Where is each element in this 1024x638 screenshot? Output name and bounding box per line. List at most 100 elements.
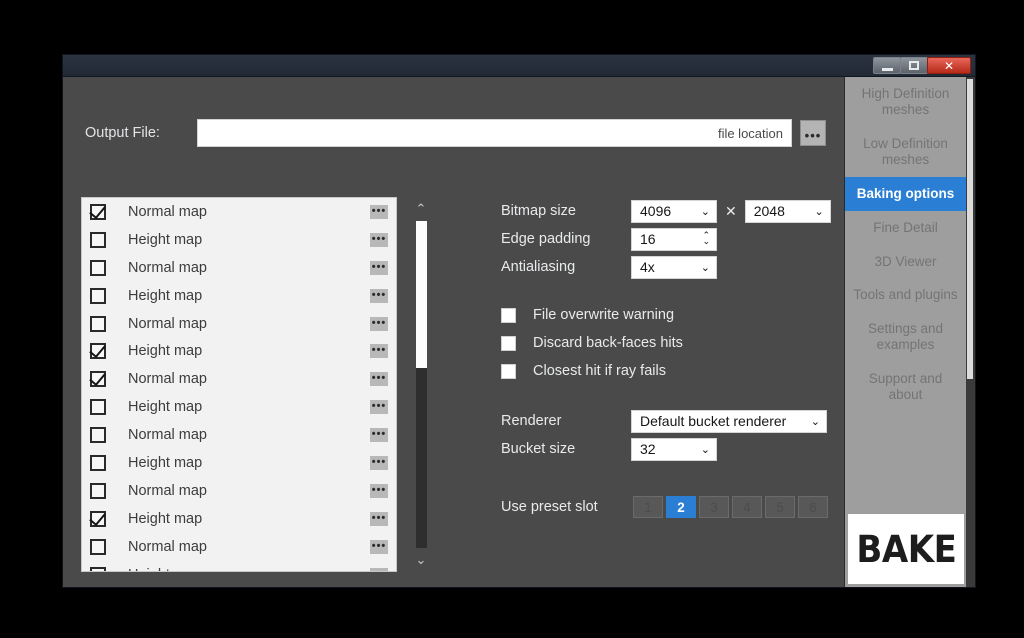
map-row-checkbox[interactable] <box>90 566 106 571</box>
map-list-row[interactable]: Height map ••• <box>82 337 396 365</box>
map-row-checkbox[interactable] <box>90 538 106 555</box>
map-row-menu-button[interactable]: ••• <box>370 400 388 415</box>
map-row-menu-button[interactable]: ••• <box>370 204 388 219</box>
ellipsis-icon: ••• <box>804 128 822 143</box>
option-label: Discard back-faces hits <box>533 335 683 351</box>
preset-slot-button[interactable]: 5 <box>765 496 795 518</box>
option-row[interactable]: Discard back-faces hits <box>501 329 834 357</box>
map-list-row[interactable]: Height map••• <box>82 282 396 310</box>
ellipsis-icon: ••• <box>371 539 387 552</box>
sidebar-scrollbar[interactable] <box>966 77 975 587</box>
map-row-menu-button[interactable]: ••• <box>370 232 388 247</box>
map-row-checkbox[interactable] <box>90 482 106 499</box>
map-list-row[interactable]: Normal map ••• <box>82 533 396 561</box>
map-row-menu-button[interactable]: ••• <box>370 260 388 275</box>
bucket-size-select[interactable]: 32 ⌄ <box>631 437 717 461</box>
option-checkbox[interactable] <box>501 307 516 323</box>
map-row-checkbox[interactable] <box>90 510 106 527</box>
edge-padding-label: Edge padding <box>501 231 591 247</box>
output-file-input[interactable] <box>197 119 792 147</box>
sidebar-item-low-definition-meshes[interactable]: Low Definition meshes <box>845 127 966 177</box>
map-row-menu-button[interactable]: ••• <box>370 539 388 554</box>
map-row-menu-button[interactable]: ••• <box>370 455 388 470</box>
scrollbar-thumb[interactable] <box>415 221 427 369</box>
map-list-row[interactable]: Normal map ••• <box>82 421 396 449</box>
option-checkbox[interactable] <box>501 335 516 351</box>
map-row-checkbox[interactable] <box>90 427 106 444</box>
map-row-menu-button[interactable]: ••• <box>370 511 388 526</box>
map-row-checkbox[interactable] <box>90 203 106 220</box>
map-row-checkbox[interactable] <box>90 315 106 332</box>
bitmap-height-select[interactable]: 2048 ⌄ <box>744 199 831 223</box>
map-row-checkbox[interactable] <box>90 287 106 304</box>
map-list-row[interactable]: Normal map ••• <box>82 365 396 393</box>
sidebar-item-fine-detail[interactable]: Fine Detail <box>845 211 966 245</box>
map-list-row[interactable]: Height map••• <box>82 449 396 477</box>
antialiasing-row: Antialiasing 4x ⌄ <box>501 253 834 281</box>
option-row[interactable]: File overwrite warning <box>501 301 834 329</box>
preset-slot-button[interactable]: 2 <box>666 496 696 518</box>
sidebar-item-baking-options[interactable]: Baking options <box>845 176 966 211</box>
map-list-row[interactable]: Normal map ••• <box>82 198 396 226</box>
bake-button[interactable]: BAKE <box>848 514 964 584</box>
bitmap-width-select[interactable]: 4096 ⌄ <box>631 199 717 223</box>
bitmap-size-separator: ✕ <box>725 202 737 219</box>
edge-padding-stepper[interactable]: 16 ⌃ ⌄ <box>631 227 717 251</box>
sidebar-item-tools-and-plugins[interactable]: Tools and plugins <box>845 278 966 312</box>
map-list[interactable]: Normal map ••• Height map ••• Normal map ••• H… <box>81 197 397 572</box>
spinner-down-icon[interactable]: ⌄ <box>702 238 710 247</box>
sidebar-item-support-and-about[interactable]: Support and about <box>845 362 966 412</box>
renderer-row: Renderer Default bucket renderer ⌄ <box>501 407 834 435</box>
map-list-row[interactable]: Height map ••• <box>82 393 396 421</box>
preset-slot-button[interactable]: 6 <box>798 496 828 518</box>
map-row-menu-button[interactable]: ••• <box>370 288 388 303</box>
sidebar-item-settings-and-examples[interactable]: Settings and examples <box>845 312 966 362</box>
map-row-menu-button[interactable]: ••• <box>370 316 388 331</box>
sidebar-item-3d-viewer[interactable]: 3D Viewer <box>845 245 966 279</box>
scroll-up-icon[interactable]: ⌃ <box>405 197 437 221</box>
sidebar-item-high-definition-meshes[interactable]: High Definition meshes <box>845 77 966 127</box>
minimize-button[interactable] <box>873 57 901 74</box>
map-list-scrollbar[interactable]: ⌃ ⌄ <box>405 197 437 572</box>
option-label: Closest hit if ray fails <box>533 363 666 379</box>
bake-button-label: BAKE <box>855 527 957 571</box>
preset-slot-button[interactable]: 1 <box>633 496 663 518</box>
preset-slot-button[interactable]: 3 <box>699 496 729 518</box>
map-row-menu-button[interactable]: ••• <box>370 483 388 498</box>
scrollbar-track[interactable] <box>415 221 427 548</box>
map-list-row[interactable]: Normal map ••• <box>82 477 396 505</box>
map-row-checkbox[interactable] <box>90 343 106 360</box>
map-row-menu-button[interactable]: ••• <box>370 344 388 359</box>
map-row-checkbox[interactable] <box>90 454 106 471</box>
map-row-menu-button[interactable]: ••• <box>370 372 388 387</box>
option-checkbox[interactable] <box>501 363 516 379</box>
close-button[interactable]: ✕ <box>927 57 971 74</box>
map-list-row[interactable]: Normal map ••• <box>82 254 396 282</box>
sidebar-scrollbar-thumb[interactable] <box>967 79 973 379</box>
ellipsis-icon: ••• <box>371 511 387 524</box>
map-row-checkbox[interactable] <box>90 231 106 248</box>
renderer-select[interactable]: Default bucket renderer ⌄ <box>631 409 827 433</box>
maximize-button[interactable] <box>900 57 928 74</box>
map-row-label: Normal map <box>128 315 207 332</box>
option-row[interactable]: Closest hit if ray fails <box>501 357 834 385</box>
map-row-checkbox[interactable] <box>90 399 106 416</box>
map-row-label: Normal map <box>128 427 207 444</box>
close-icon: ✕ <box>943 58 955 73</box>
map-list-row[interactable]: Height map••• <box>82 561 396 571</box>
browse-output-button[interactable]: ••• <box>800 120 826 146</box>
map-row-label: Height map <box>128 399 203 416</box>
spinner-icon[interactable]: ⌃ ⌄ <box>702 232 710 247</box>
antialiasing-select[interactable]: 4x ⌄ <box>631 255 717 279</box>
map-row-menu-button[interactable]: ••• <box>370 567 388 571</box>
map-list-row[interactable]: Height map••• <box>82 505 396 533</box>
scroll-down-icon[interactable]: ⌄ <box>405 548 437 572</box>
map-list-row[interactable]: Height map••• <box>82 226 396 254</box>
map-list-row[interactable]: Normal map ••• <box>82 310 396 338</box>
map-row-checkbox[interactable] <box>90 371 106 388</box>
map-row-label: Height map <box>128 343 203 360</box>
map-row-checkbox[interactable] <box>90 259 106 276</box>
preset-slot-button[interactable]: 4 <box>732 496 762 518</box>
map-row-menu-button[interactable]: ••• <box>370 428 388 443</box>
